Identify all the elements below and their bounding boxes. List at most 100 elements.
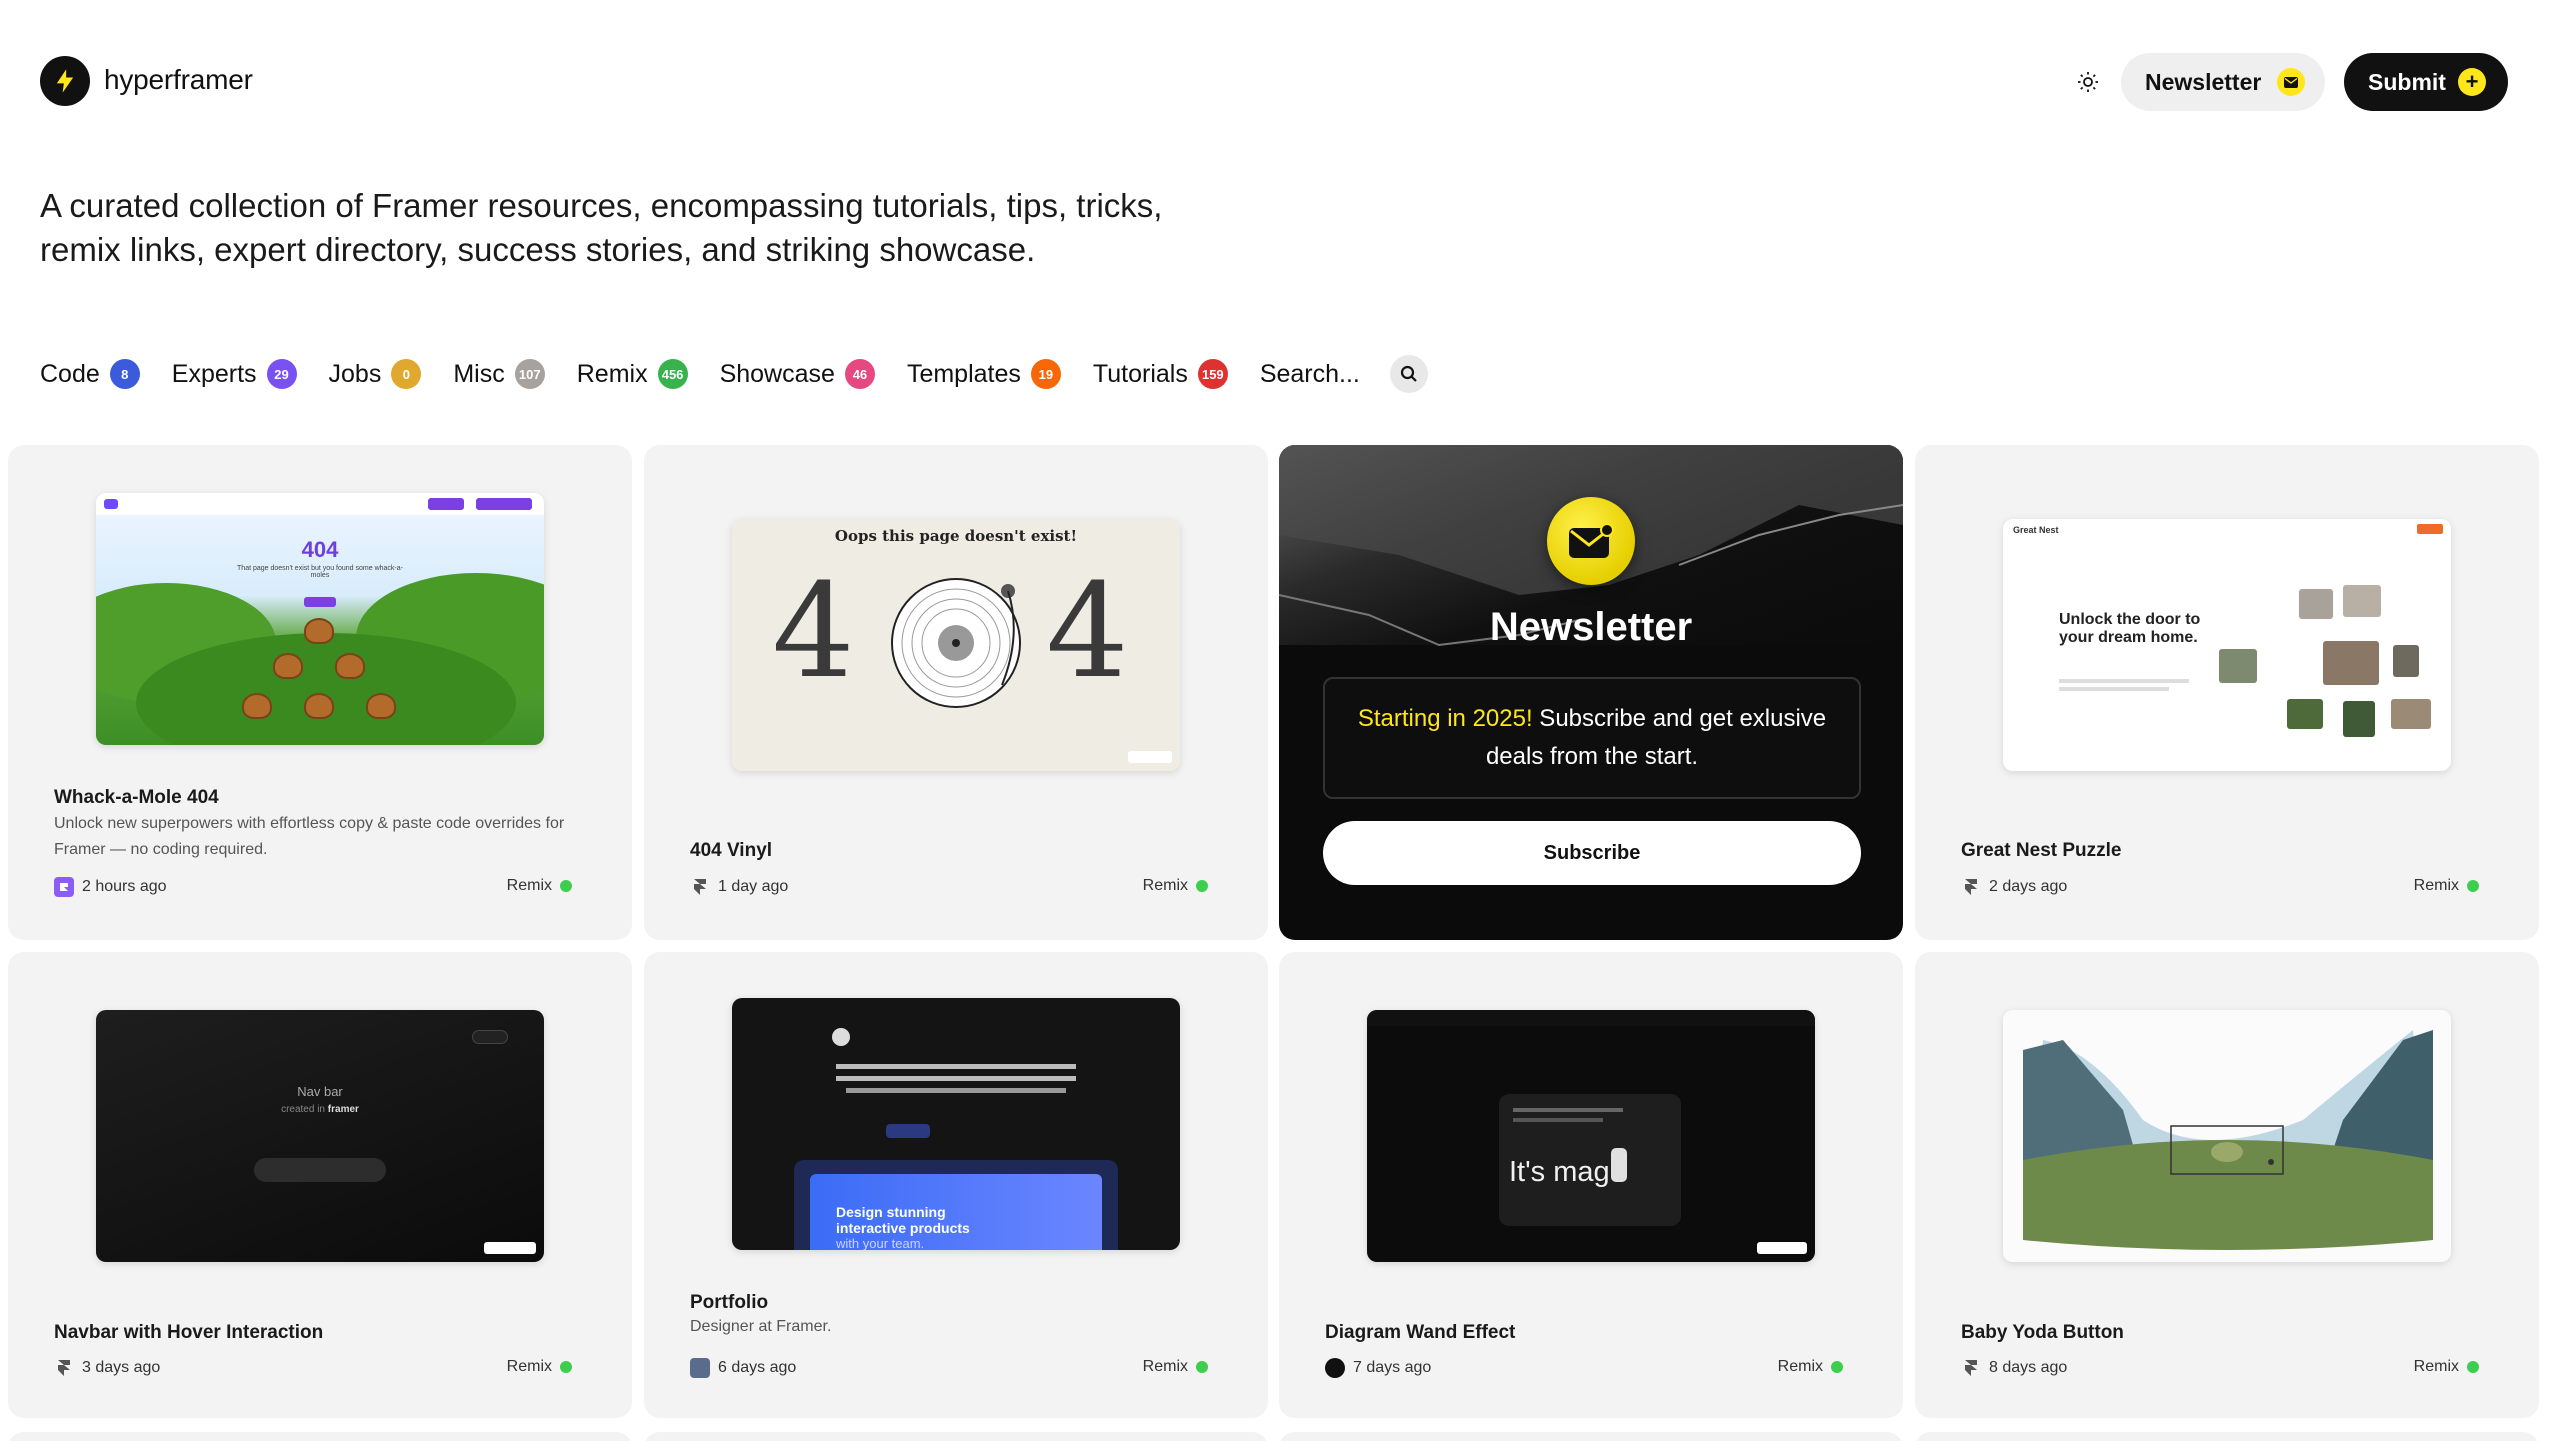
card-tag[interactable]: Remix — [1143, 1358, 1208, 1376]
logo-icon[interactable] — [40, 56, 90, 106]
framer-icon — [54, 1358, 74, 1378]
count-badge: 8 — [109, 359, 140, 389]
card-meta: 1 day ago — [690, 877, 788, 897]
tag-label: Remix — [1777, 1358, 1823, 1375]
thumb-text: Nav bar — [297, 1084, 343, 1099]
tag-label: Remix — [1142, 1358, 1188, 1375]
card-thumbnail — [2003, 1010, 2451, 1262]
filter-label: Showcase — [719, 359, 835, 388]
submit-button[interactable]: Submit + — [2344, 53, 2508, 111]
card-meta: 2 hours ago — [54, 877, 167, 897]
card-meta: 8 days ago — [1961, 1358, 2067, 1378]
submit-button-label: Submit — [2368, 68, 2446, 95]
thumb-text: That page doesn't exist but you found so… — [237, 565, 403, 579]
thumb-text: with your team. — [836, 1236, 925, 1250]
tag-label: Remix — [506, 1358, 552, 1375]
newsletter-card: Newsletter Starting in 2025! Subscribe a… — [1279, 445, 1903, 940]
filter-label: Templates — [906, 359, 1021, 388]
search-icon — [1400, 365, 1417, 382]
theme-toggle-button[interactable] — [2068, 62, 2108, 102]
vinyl-record-icon — [891, 578, 1021, 708]
subscribe-button[interactable]: Subscribe — [1323, 821, 1861, 885]
card-tag[interactable]: Remix — [2414, 877, 2479, 895]
resource-card[interactable]: Design stunning interactive products wit… — [644, 952, 1268, 1418]
filter-label: Remix — [576, 359, 648, 388]
filter-experts[interactable]: Experts 29 — [172, 359, 297, 389]
thumb-text: created in — [281, 1104, 325, 1115]
tag-label: Remix — [1142, 877, 1188, 894]
filter-misc[interactable]: Misc 107 — [453, 359, 545, 389]
filter-label: Jobs — [328, 359, 382, 388]
tag-label: Remix — [2413, 1358, 2459, 1375]
card-thumbnail: Oops this page doesn't exist! 4 4 — [732, 519, 1180, 771]
framer-icon — [1961, 1358, 1981, 1378]
card-thumbnail: Nav bar created in framer — [96, 1010, 544, 1262]
card-time: 2 days ago — [1989, 878, 2068, 895]
resource-card[interactable]: Oops this page doesn't exist! 4 4 404 Vi… — [644, 445, 1268, 940]
resource-card-peek — [1915, 1432, 2539, 1441]
newsletter-button-label: Newsletter — [2145, 68, 2262, 95]
site-header: hyperframer Newsletter Submit + — [0, 0, 2560, 164]
category-filters: Code 8 Experts 29 Jobs 0 Misc 107 Remix 456 S… — [40, 352, 1428, 396]
card-title: Navbar with Hover Interaction — [54, 1322, 324, 1343]
site-tagline: A curated collection of Framer resources… — [40, 187, 1163, 268]
filter-code[interactable]: Code 8 — [40, 359, 140, 389]
filter-tutorials[interactable]: Tutorials 159 — [1093, 359, 1228, 389]
card-description: Designer at Framer. — [690, 1318, 832, 1335]
search-button[interactable] — [1389, 355, 1428, 393]
resource-card[interactable]: 404 That page doesn't exist but you foun… — [8, 445, 632, 940]
card-tag[interactable]: Remix — [1143, 877, 1208, 895]
card-time: 6 days ago — [718, 1359, 797, 1376]
filter-jobs[interactable]: Jobs 0 — [329, 359, 422, 389]
tag-label: Remix — [2413, 877, 2459, 894]
newsletter-message: Starting in 2025! Subscribe and get exlu… — [1323, 677, 1861, 799]
count-badge: 46 — [844, 359, 875, 389]
card-tag[interactable]: Remix — [2414, 1358, 2479, 1376]
resource-card[interactable]: Baby Yoda Button 8 days ago Remix — [1915, 952, 2539, 1418]
count-badge: 29 — [266, 359, 297, 389]
brand-name[interactable]: hyperframer — [104, 64, 253, 96]
card-tag[interactable]: Remix — [507, 877, 572, 895]
card-meta: 3 days ago — [54, 1358, 160, 1378]
card-description: Unlock new superpowers with effortless c… — [54, 815, 565, 858]
count-badge: 0 — [391, 359, 422, 389]
card-time: 7 days ago — [1353, 1359, 1432, 1376]
filter-templates[interactable]: Templates 19 — [907, 359, 1061, 389]
card-meta: 6 days ago — [690, 1358, 796, 1378]
card-tag[interactable]: Remix — [507, 1358, 572, 1376]
resource-card[interactable]: Great Nest Unlock the door to your dream… — [1915, 445, 2539, 940]
count-badge: 456 — [657, 359, 688, 389]
thumb-text: It's mag — [1509, 1156, 1610, 1188]
filter-label: Tutorials — [1092, 359, 1188, 388]
count-badge: 19 — [1030, 359, 1061, 389]
resource-card-peek — [644, 1432, 1268, 1441]
thumb-heading: 404 — [301, 537, 339, 562]
card-title: Great Nest Puzzle — [1961, 840, 2122, 861]
sun-icon — [2078, 72, 2098, 92]
mail-icon — [2277, 68, 2305, 96]
author-avatar — [690, 1358, 710, 1378]
thumb-heading: Oops this page doesn't exist! — [834, 527, 1078, 545]
filter-remix[interactable]: Remix 456 — [577, 359, 688, 389]
resource-card[interactable]: Nav bar created in framer Navbar with Ho… — [8, 952, 632, 1418]
count-badge: 159 — [1197, 359, 1228, 389]
search-input[interactable]: Search... — [1260, 360, 1360, 389]
author-avatar — [54, 877, 74, 897]
status-dot — [560, 1361, 572, 1373]
card-tag[interactable]: Remix — [1778, 1358, 1843, 1376]
status-dot — [560, 880, 572, 892]
filter-label: Code — [40, 359, 100, 388]
newsletter-highlight: Starting in 2025! — [1357, 705, 1533, 732]
newsletter-button[interactable]: Newsletter — [2121, 53, 2325, 111]
card-time: 1 day ago — [718, 878, 789, 895]
plus-icon: + — [2458, 68, 2486, 96]
card-time: 2 hours ago — [82, 878, 167, 895]
status-dot — [1196, 880, 1208, 892]
tag-label: Remix — [506, 877, 552, 894]
resource-card[interactable]: It's mag Diagram Wand Effect 7 days ago … — [1279, 952, 1903, 1418]
card-time: 8 days ago — [1989, 1359, 2068, 1376]
filter-showcase[interactable]: Showcase 46 — [720, 359, 875, 389]
newsletter-mail-icon — [1547, 497, 1635, 585]
card-thumbnail: It's mag — [1367, 1010, 1815, 1262]
newsletter-title: Newsletter — [1489, 605, 1693, 649]
